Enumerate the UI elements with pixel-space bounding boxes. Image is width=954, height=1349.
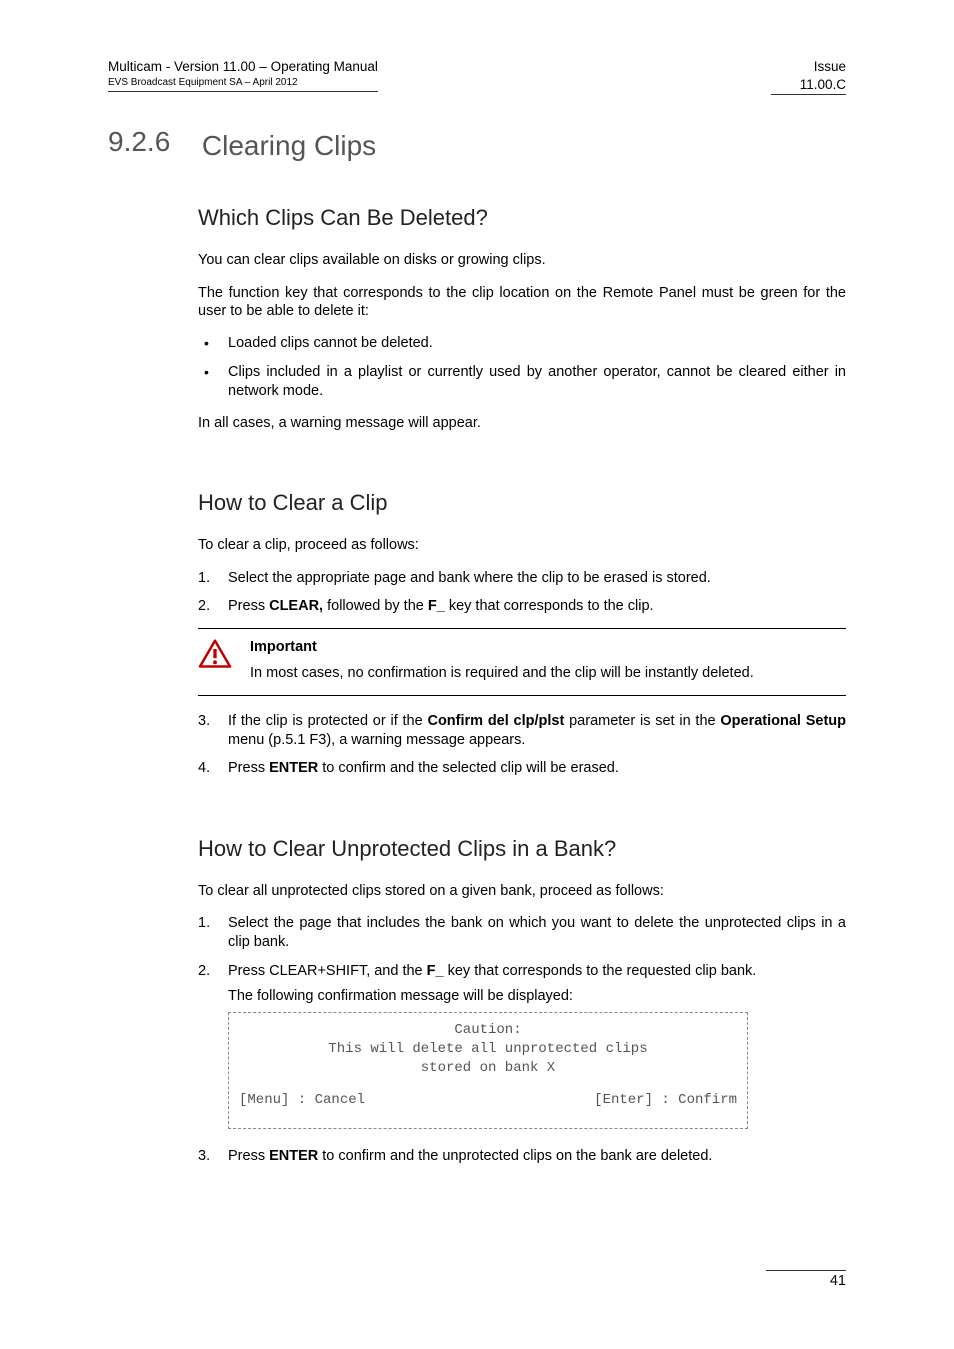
section-heading: 9.2.6 Clearing Clips: [108, 126, 846, 163]
section-title: Clearing Clips: [202, 130, 376, 162]
step-item: Press CLEAR, followed by the F_ key that…: [198, 597, 846, 616]
warning-icon: [198, 639, 232, 669]
important-content: Important In most cases, no confirmation…: [250, 637, 754, 685]
step-item: Press ENTER to confirm and the unprotect…: [198, 1147, 846, 1166]
header-subtitle: EVS Broadcast Equipment SA – April 2012: [108, 76, 378, 92]
step-subtext: The following confirmation message will …: [228, 987, 846, 1006]
header-issue-label: Issue: [771, 58, 846, 76]
caution-line: This will delete all unprotected clips: [239, 1040, 737, 1059]
step-item: Press ENTER to confirm and the selected …: [198, 759, 846, 778]
caution-cancel: [Menu] : Cancel: [239, 1091, 365, 1110]
paragraph: The function key that corresponds to the…: [198, 284, 846, 320]
step-item: Select the page that includes the bank o…: [198, 914, 846, 952]
caution-line: stored on bank X: [239, 1059, 737, 1078]
paragraph: To clear all unprotected clips stored on…: [198, 882, 846, 900]
header-title: Multicam - Version 11.00 – Operating Man…: [108, 58, 378, 76]
header-right: Issue 11.00.C: [771, 58, 846, 95]
subheading-which-clips: Which Clips Can Be Deleted?: [198, 205, 846, 231]
paragraph: To clear a clip, proceed as follows:: [198, 536, 846, 554]
page-header: Multicam - Version 11.00 – Operating Man…: [108, 58, 846, 96]
step-item: If the clip is protected or if the Confi…: [198, 712, 846, 750]
page-number: 41: [766, 1270, 846, 1289]
step-item: Press CLEAR+SHIFT, and the F_ key that c…: [198, 962, 846, 1129]
header-left: Multicam - Version 11.00 – Operating Man…: [108, 58, 378, 92]
ordered-steps: Select the appropriate page and bank whe…: [198, 569, 846, 617]
important-callout: Important In most cases, no confirmation…: [198, 628, 846, 696]
header-issue-value: 11.00.C: [771, 76, 846, 94]
bullet-item: Loaded clips cannot be deleted.: [198, 334, 846, 353]
important-text: In most cases, no confirmation is requir…: [250, 665, 754, 681]
subheading-how-to-clear: How to Clear a Clip: [198, 490, 846, 516]
bullet-item: Clips included in a playlist or currentl…: [198, 363, 846, 401]
caution-confirm: [Enter] : Confirm: [594, 1091, 737, 1110]
important-label: Important: [250, 637, 754, 659]
ordered-steps-b: Select the page that includes the bank o…: [198, 914, 846, 1129]
step-item: Select the appropriate page and bank whe…: [198, 569, 846, 588]
paragraph: You can clear clips available on disks o…: [198, 251, 846, 269]
confirmation-dialog: Caution: This will delete all unprotecte…: [228, 1012, 748, 1130]
bullet-list: Loaded clips cannot be deleted. Clips in…: [198, 334, 846, 401]
section-number: 9.2.6: [108, 126, 193, 158]
subheading-clear-bank: How to Clear Unprotected Clips in a Bank…: [198, 836, 846, 862]
paragraph: In all cases, a warning message will app…: [198, 414, 846, 432]
caution-line: Caution:: [239, 1021, 737, 1040]
ordered-steps-cont: If the clip is protected or if the Confi…: [198, 712, 846, 779]
ordered-steps-b-cont: Press ENTER to confirm and the unprotect…: [198, 1147, 846, 1166]
